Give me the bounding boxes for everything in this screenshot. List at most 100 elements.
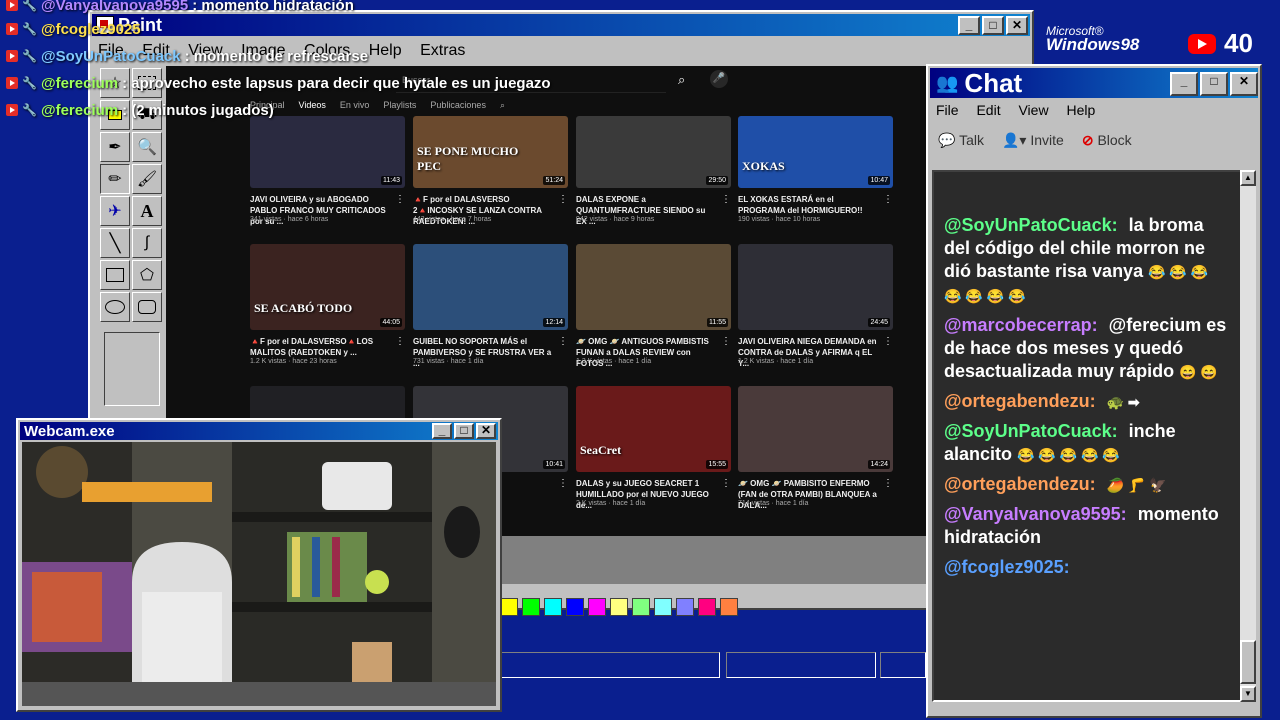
more-options-icon[interactable]: ⋮ [883,478,893,489]
chat-menu-edit[interactable]: Edit [976,102,1000,118]
chat-menu-file[interactable]: File [936,102,959,118]
microphone-icon[interactable]: 🎤 [710,70,728,88]
video-card[interactable]: 29:50 DALAS EXPONE a QUANTUMFRACTURE SIEN… [576,116,731,236]
invite-icon: 👤 [1001,132,1020,148]
swatch-green[interactable] [522,598,540,616]
line-tool[interactable]: ╲ [100,228,130,258]
video-thumbnail[interactable]: 11:55 [576,244,731,330]
webcam-minimize-button[interactable]: _ [432,423,452,439]
swatch-light-green[interactable] [632,598,650,616]
magnifier-tool[interactable]: 🔍 [132,132,162,162]
chat-minimize-button[interactable]: _ [1170,72,1198,96]
polygon-tool[interactable]: ⬠ [132,260,162,290]
tab-search-icon[interactable]: ⌕ [500,100,505,111]
chat-emoji: 🐢 ➡ [1106,394,1140,410]
video-card[interactable]: 12:14 GUIBEL NO SOPORTA MÁS el PAMBIVERSO… [413,244,568,368]
more-options-icon[interactable]: ⋮ [721,194,731,205]
tab-publicaciones[interactable]: Publicaciones [430,100,486,111]
block-button[interactable]: ⊘ Block [1082,132,1132,149]
brush-tool[interactable]: 🖌 [132,164,162,194]
video-card[interactable]: SE ACABÓ TODO 44:05 🔺F por el DALASVERSO🔺L… [250,244,405,365]
search-icon[interactable]: ⌕ [678,72,685,88]
video-card[interactable]: 24:45 JAVI OLIVEIRA NIEGA DEMANDA en CONT… [738,244,893,368]
video-card[interactable]: SE PONE MUCHO PEC 51:24 🔺F por el DALASVER… [413,116,568,236]
chat-menu-view[interactable]: View [1018,102,1048,118]
tab-en-vivo[interactable]: En vivo [340,100,370,111]
video-thumbnail[interactable]: 12:14 [413,244,568,330]
swatch-blue[interactable] [566,598,584,616]
minimize-button[interactable]: _ [958,16,980,35]
scroll-up-arrow-icon[interactable]: ▲ [1240,170,1256,186]
video-card[interactable]: XOKAS 10:47 EL XOKAS ESTARÁ en el PROGRAMA… [738,116,893,236]
line-icon: ╲ [109,232,121,253]
tab-playlists[interactable]: Playlists [383,100,416,111]
talk-button[interactable]: 💬 Talk [938,132,984,149]
chat-message-panel: @SoyUnPatoCuack: la broma del código del… [932,170,1242,702]
video-thumbnail[interactable]: SeaCret 15:55 [576,386,731,472]
maximize-button[interactable]: □ [982,16,1004,35]
airbrush-tool[interactable]: ✈ [100,196,130,226]
logo-line2: Windows98 [1046,35,1140,54]
video-meta: 1.2 K vistas · hace 1 día [738,358,814,365]
swatch-light-cyan[interactable] [654,598,672,616]
scroll-thumb[interactable] [1240,640,1256,684]
ellipse-tool[interactable] [100,292,130,322]
more-options-icon[interactable]: ⋮ [558,194,568,205]
airbrush-icon: ✈ [108,203,122,220]
menu-help[interactable]: Help [369,42,402,59]
video-card[interactable]: 14:24 🪐 OMG 🪐 PAMBISITO ENFERMO (FAN de O… [738,386,893,510]
video-title[interactable]: 🔺F por el DALASVERSO🔺LOS MALITOS (RAEDTO… [250,336,390,358]
more-options-icon[interactable]: ⋮ [395,194,405,205]
video-title[interactable]: EL XOKAS ESTARÁ en el PROGRAMA del HORMI… [738,194,878,216]
overlay-user: @ferecium [40,101,119,119]
video-thumbnail[interactable]: XOKAS 10:47 [738,116,893,188]
more-options-icon[interactable]: ⋮ [721,336,731,347]
curve-tool[interactable]: ∫ [132,228,162,258]
webcam-close-button[interactable]: ✕ [476,423,496,439]
chat-maximize-button[interactable]: □ [1200,72,1228,96]
pencil-tool[interactable]: ✏ [100,164,130,194]
more-options-icon[interactable]: ⋮ [395,336,405,347]
scroll-down-arrow-icon[interactable]: ▼ [1240,686,1256,702]
swatch-light-blue[interactable] [676,598,694,616]
picker-tool[interactable]: ✒ [100,132,130,162]
video-thumbnail[interactable]: SE PONE MUCHO PEC 51:24 [413,116,568,188]
video-card[interactable]: SeaCret 15:55 DALAS y su JUEGO SEACRET 1 H… [576,386,731,510]
more-options-icon[interactable]: ⋮ [721,478,731,489]
video-thumbnail[interactable]: 29:50 [576,116,731,188]
paint-titlebar[interactable]: Paint [92,14,1030,36]
swatch-cyan[interactable] [544,598,562,616]
swatch-pink[interactable] [698,598,716,616]
video-thumbnail[interactable]: 11:43 [250,116,405,188]
tab-videos[interactable]: Videos [299,100,326,111]
swatch-yellow[interactable] [500,598,518,616]
chat-close-button[interactable]: ✕ [1230,72,1258,96]
swatch-light-yellow[interactable] [610,598,628,616]
webcam-maximize-button[interactable]: □ [454,423,474,439]
swatch-orange[interactable] [720,598,738,616]
more-options-icon[interactable]: ⋮ [883,336,893,347]
more-options-icon[interactable]: ⋮ [883,194,893,205]
tool-options-box[interactable] [104,332,160,406]
invite-button[interactable]: 👤▾ Invite [1002,132,1064,149]
text-tool[interactable]: A [132,196,162,226]
video-card[interactable]: 11:43 JAVI OLIVEIRA y su ABOGADO PABLO FR… [250,116,405,236]
video-duration: 10:41 [543,460,565,469]
rounded-rect-tool[interactable] [132,292,162,322]
chat-menu-help[interactable]: Help [1066,102,1095,118]
rectangle-tool[interactable] [100,260,130,290]
video-thumbnail[interactable]: SE ACABÓ TODO 44:05 [250,244,405,330]
polygon-icon: ⬠ [140,267,154,284]
video-card[interactable]: 11:55 🪐 OMG 🪐 ANTIGUOS PAMBISTIS FUNAN a … [576,244,731,368]
chat-scrollbar[interactable]: ▲ ▼ [1240,170,1256,702]
webcam-titlebar[interactable]: Webcam.exe [20,422,498,440]
video-thumbnail[interactable]: 24:45 [738,244,893,330]
more-options-icon[interactable]: ⋮ [558,336,568,347]
curve-icon: ∫ [144,234,150,251]
menu-extras[interactable]: Extras [420,42,465,59]
swatch-magenta[interactable] [588,598,606,616]
video-thumbnail[interactable]: 14:24 [738,386,893,472]
more-options-icon[interactable]: ⋮ [558,478,568,489]
close-button[interactable]: ✕ [1006,16,1028,35]
youtube-icon [6,104,18,116]
